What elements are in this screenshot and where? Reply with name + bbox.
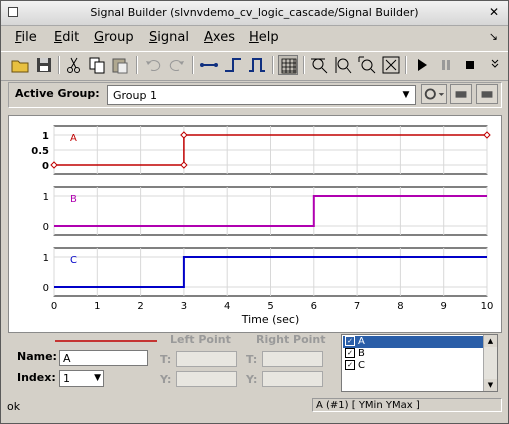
signal-label: B xyxy=(70,194,77,205)
x-tick-label: 7 xyxy=(354,301,360,312)
menu-group[interactable]: Group xyxy=(94,30,134,45)
scroll-down-icon[interactable]: ▼ xyxy=(484,379,497,391)
left-point-y-input[interactable] xyxy=(176,371,237,387)
right-point-label: Right Point xyxy=(256,333,326,346)
menu-file-rest: ile xyxy=(21,30,37,45)
chevron-down-icon: ▼ xyxy=(94,373,101,383)
signal-chart[interactable]: 0 0.5 1 A 0 1 B 0 1 C 0 1 2 3 4 5 6 7 8 9 10 Time (sec) xyxy=(9,116,501,332)
signal-label: C xyxy=(70,255,77,266)
toolbar xyxy=(1,51,508,81)
scroll-up-icon[interactable]: ▲ xyxy=(484,335,497,347)
zoom-xy-icon[interactable] xyxy=(357,55,377,75)
dock-arrow-icon[interactable]: ↘ xyxy=(489,30,498,43)
y-tick-label: 0 xyxy=(43,222,49,233)
title-bar[interactable]: Signal Builder (slvnvdemo_cv_logic_casca… xyxy=(1,1,508,26)
index-label: Index: xyxy=(17,371,56,384)
undo-icon[interactable] xyxy=(143,55,163,75)
close-icon[interactable]: ✕ xyxy=(486,4,502,20)
copy-icon[interactable] xyxy=(87,55,107,75)
signal-list-item[interactable]: ✓ B xyxy=(343,348,484,360)
grid-icon[interactable] xyxy=(278,55,298,75)
play-icon[interactable] xyxy=(412,55,432,75)
chevron-down-icon: ▼ xyxy=(402,90,410,100)
signal-name-input[interactable]: A xyxy=(59,350,148,366)
active-group-label: Active Group: xyxy=(15,87,100,100)
group-options-button[interactable] xyxy=(421,84,447,104)
y-tick-label: 1 xyxy=(42,131,49,142)
checkbox-icon[interactable]: ✓ xyxy=(345,360,355,370)
y-tick-label: 1 xyxy=(43,192,49,203)
active-group-value: Group 1 xyxy=(113,89,157,102)
left-point-t-input[interactable] xyxy=(176,351,237,367)
checkbox-icon[interactable]: ✓ xyxy=(345,336,355,346)
step-icon[interactable] xyxy=(223,55,243,75)
menu-axes[interactable]: Axes xyxy=(204,30,235,45)
left-point-label: Left Point xyxy=(170,333,231,346)
status-bar: ok A (#1) [ YMin YMax ] xyxy=(1,397,508,423)
cut-icon[interactable] xyxy=(64,55,84,75)
pulse-icon[interactable] xyxy=(247,55,267,75)
menu-help[interactable]: Help xyxy=(249,30,279,45)
menu-edit[interactable]: Edit xyxy=(54,30,79,45)
x-tick-label: 5 xyxy=(267,301,273,312)
toolbar-more-icon[interactable] xyxy=(486,55,500,75)
status-text: ok xyxy=(7,400,21,413)
signal-index-select[interactable]: 1 ▼ xyxy=(59,370,104,387)
right-y-label: Y: xyxy=(246,373,258,386)
open-icon[interactable] xyxy=(10,55,30,75)
x-tick-label: 9 xyxy=(441,301,447,312)
y-tick-label: 0.5 xyxy=(31,146,49,157)
active-group-bar: Active Group: Group 1 ▼ xyxy=(8,82,502,108)
zoom-x-icon[interactable] xyxy=(309,55,329,75)
signal-axes-panel: 0 0.5 1 A 0 1 B 0 1 C 0 1 2 3 4 5 6 7 8 9 10 Time (sec) xyxy=(8,115,502,333)
zoom-y-icon[interactable] xyxy=(333,55,353,75)
paste-icon[interactable] xyxy=(110,55,130,75)
active-group-select[interactable]: Group 1 ▼ xyxy=(107,85,416,105)
x-tick-label: 2 xyxy=(137,301,143,312)
redo-icon[interactable] xyxy=(167,55,187,75)
left-t-label: T: xyxy=(160,353,172,366)
menu-signal[interactable]: Signal xyxy=(149,30,189,45)
signal-list-scrollbar[interactable]: ▲ ▼ xyxy=(483,335,497,391)
x-tick-label: 0 xyxy=(51,301,57,312)
y-tick-label: 0 xyxy=(42,161,49,172)
x-tick-label: 4 xyxy=(224,301,230,312)
status-signal-info: A (#1) [ YMin YMax ] xyxy=(312,398,502,412)
right-t-label: T: xyxy=(246,353,258,366)
name-label: Name: xyxy=(17,350,57,363)
x-tick-label: 1 xyxy=(94,301,100,312)
window-title: Signal Builder (slvnvdemo_cv_logic_casca… xyxy=(90,6,419,19)
signal-properties-panel: Name: A Index: 1 ▼ Left Point Right Poin… xyxy=(8,333,502,393)
index-value: 1 xyxy=(63,372,70,385)
save-icon[interactable] xyxy=(34,55,54,75)
x-tick-label: 3 xyxy=(181,301,187,312)
checkbox-icon[interactable]: ✓ xyxy=(345,348,355,358)
right-point-y-input[interactable] xyxy=(262,371,323,387)
menu-bar: File Edit Group Signal Axes Help ↘ xyxy=(1,27,508,49)
left-y-label: Y: xyxy=(160,373,172,386)
signal-list-item[interactable]: ✓ A xyxy=(343,336,484,348)
pause-icon[interactable] xyxy=(436,55,456,75)
signal-label: A xyxy=(70,133,77,144)
signal-list-item[interactable]: ✓ C xyxy=(343,360,484,372)
signal-list[interactable]: ✓ A ✓ B ✓ C ▲ ▼ xyxy=(341,334,498,392)
y-tick-label: 0 xyxy=(43,283,49,294)
right-point-t-input[interactable] xyxy=(262,351,323,367)
x-tick-label: 10 xyxy=(481,301,494,312)
fit-icon[interactable] xyxy=(381,55,401,75)
x-tick-label: 8 xyxy=(397,301,403,312)
group-panel-button[interactable] xyxy=(476,84,498,104)
x-tick-label: 6 xyxy=(311,301,317,312)
signal-builder-window: Signal Builder (slvnvdemo_cv_logic_casca… xyxy=(0,0,509,424)
x-axis-label: Time (sec) xyxy=(241,313,300,326)
y-tick-label: 1 xyxy=(43,253,49,264)
segment-icon[interactable] xyxy=(199,55,219,75)
group-view-button[interactable] xyxy=(450,84,472,104)
stop-icon[interactable] xyxy=(460,55,480,75)
menu-file[interactable]: File xyxy=(15,30,37,45)
